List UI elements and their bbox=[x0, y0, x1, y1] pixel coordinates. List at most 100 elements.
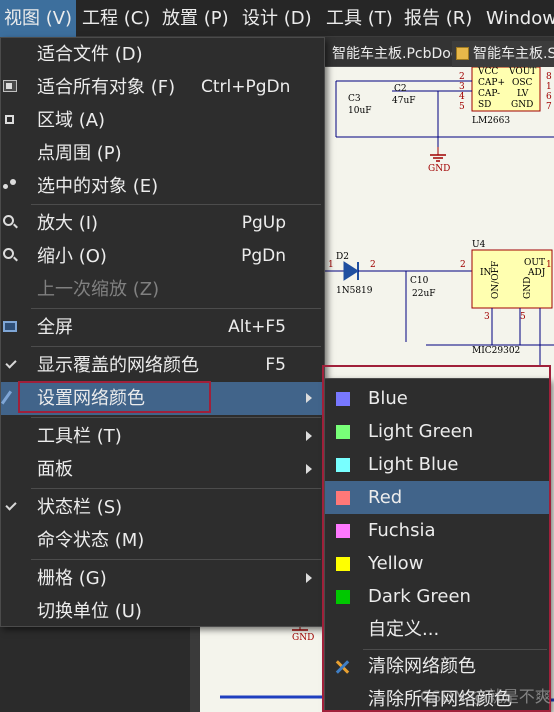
color-swatch bbox=[336, 491, 350, 505]
u-pin-osc: OSC bbox=[512, 78, 533, 88]
menu-item-selected-objects[interactable]: 选中的对象 (E) bbox=[1, 170, 324, 203]
pin-num-1: 1 bbox=[546, 82, 552, 92]
pin-num-4: 4 bbox=[459, 92, 465, 102]
fullscreen-icon bbox=[3, 321, 17, 332]
d2-ref: D2 bbox=[336, 252, 349, 262]
menu-item-toggle-units[interactable]: 切换单位 (U) bbox=[1, 595, 324, 628]
u-pin-sd: SD bbox=[478, 100, 491, 110]
u-pin-capp: CAP+ bbox=[478, 78, 505, 88]
menu-item-zoom-out[interactable]: 缩小 (O) PgDn bbox=[1, 240, 324, 273]
color-swatch bbox=[336, 392, 350, 406]
c2-value: 47uF bbox=[392, 96, 416, 106]
color-swatch bbox=[336, 425, 350, 439]
checkmark-icon bbox=[5, 358, 17, 370]
menu-bar: 视图 (V) 工程 (C) 放置 (P) 设计 (D) 工具 (T) 报告 (R… bbox=[0, 0, 554, 37]
submenu-arrow-icon bbox=[306, 464, 312, 474]
menu-item-grids[interactable]: 栅格 (G) bbox=[1, 562, 324, 595]
document-tab-bar: 智能车主板.PcbDoc 智能车主板.S bbox=[320, 37, 554, 67]
menu-place[interactable]: 放置 (P) bbox=[158, 0, 233, 37]
u4-ref: U4 bbox=[472, 240, 486, 250]
zoom-out-icon bbox=[3, 248, 14, 259]
color-item-blue[interactable]: Blue bbox=[325, 382, 549, 415]
menu-project[interactable]: 工程 (C) bbox=[78, 0, 154, 37]
color-item-light-green[interactable]: Light Green bbox=[325, 415, 549, 448]
color-item-red[interactable]: Red bbox=[325, 481, 549, 514]
menu-item-zoom-in[interactable]: 放大 (I) PgUp bbox=[1, 207, 324, 240]
menu-item-area[interactable]: 区域 (A) bbox=[1, 104, 324, 137]
view-dropdown-menu: 适合文件 (D) 适合所有对象 (F) Ctrl+PgDn 区域 (A) 点周围… bbox=[0, 37, 325, 627]
menu-separator bbox=[31, 488, 321, 489]
d2-pin-a: 1 bbox=[328, 260, 334, 270]
c3-ref: C3 bbox=[348, 94, 361, 104]
color-item-dark-green[interactable]: Dark Green bbox=[325, 580, 549, 613]
checkmark-icon bbox=[5, 500, 17, 512]
tab-pcbdoc[interactable]: 智能车主板.PcbDoc bbox=[328, 41, 463, 67]
clear-color-icon bbox=[334, 659, 350, 675]
menu-separator bbox=[31, 417, 321, 418]
color-item-yellow[interactable]: Yellow bbox=[325, 547, 549, 580]
clear-net-color-item[interactable]: 清除网络颜色 bbox=[325, 650, 549, 683]
d2-value: 1N5819 bbox=[336, 286, 373, 296]
c3-value: 10uF bbox=[348, 106, 372, 116]
color-swatch bbox=[336, 458, 350, 472]
pin-num-6: 6 bbox=[546, 92, 552, 102]
submenu-arrow-icon bbox=[306, 431, 312, 441]
watermark: CSDN @就是不爽 bbox=[420, 687, 551, 706]
schematic-doc-icon bbox=[456, 47, 469, 60]
pin-num-8: 8 bbox=[546, 72, 552, 82]
u4-pin-num-1: 1 bbox=[546, 260, 552, 270]
color-item-custom[interactable]: 自定义... bbox=[325, 613, 549, 646]
menu-design[interactable]: 设计 (D) bbox=[238, 0, 316, 37]
menu-separator bbox=[31, 308, 321, 309]
menu-item-command-status[interactable]: 命令状态 (M) bbox=[1, 524, 324, 557]
menu-item-show-override-net-colors[interactable]: 显示覆盖的网络颜色 F5 bbox=[1, 349, 324, 382]
selected-objects-icon bbox=[3, 179, 17, 190]
color-item-light-blue[interactable]: Light Blue bbox=[325, 448, 549, 481]
u4-pin-out: OUT bbox=[524, 258, 545, 268]
u-pin-lv: LV bbox=[517, 89, 529, 99]
menu-item-around-point[interactable]: 点周围 (P) bbox=[1, 137, 324, 170]
gnd-label-2: GND bbox=[292, 633, 314, 643]
gnd-label-1: GND bbox=[428, 164, 450, 174]
u-pin-capm: CAP- bbox=[478, 89, 500, 99]
u4-pin-num-3: 3 bbox=[484, 312, 490, 322]
pin-num-7: 7 bbox=[546, 102, 552, 112]
menu-item-status-bar[interactable]: 状态栏 (S) bbox=[1, 491, 324, 524]
u4-pin-num-2: 2 bbox=[460, 260, 466, 270]
c10-value: 22uF bbox=[412, 289, 436, 299]
pin-num-5: 5 bbox=[459, 102, 465, 112]
color-item-fuchsia[interactable]: Fuchsia bbox=[325, 514, 549, 547]
menu-reports[interactable]: 报告 (R) bbox=[400, 0, 476, 37]
color-swatch bbox=[336, 590, 350, 604]
menu-item-fullscreen[interactable]: 全屏 Alt+F5 bbox=[1, 311, 324, 344]
net-color-submenu: Blue Light Green Light Blue Red Fuchsia … bbox=[324, 378, 550, 712]
u4-pin-in: IN bbox=[480, 268, 492, 278]
menu-item-set-net-color[interactable]: 设置网络颜色 bbox=[0, 382, 324, 415]
u-pin-vout: VOUT bbox=[508, 67, 536, 77]
area-icon bbox=[5, 115, 14, 124]
brush-icon bbox=[0, 390, 13, 405]
fit-all-icon bbox=[3, 80, 17, 92]
u4-name: MIC29302 bbox=[472, 346, 520, 356]
d2-diode[interactable] bbox=[343, 261, 359, 281]
submenu-arrow-icon bbox=[306, 393, 312, 403]
u-pin-vcc: VCC bbox=[477, 67, 498, 77]
d2-pin-b: 2 bbox=[370, 260, 376, 270]
menu-separator bbox=[31, 559, 321, 560]
menu-view[interactable]: 视图 (V) bbox=[0, 0, 77, 37]
lm2663-label: LM2663 bbox=[472, 116, 510, 126]
menu-item-fit-all-objects[interactable]: 适合所有对象 (F) Ctrl+PgDn bbox=[1, 71, 324, 104]
menu-tools[interactable]: 工具 (T) bbox=[322, 0, 397, 37]
color-swatch bbox=[336, 557, 350, 571]
menu-item-panels[interactable]: 面板 bbox=[1, 453, 324, 486]
color-swatch bbox=[336, 524, 350, 538]
menu-separator bbox=[31, 204, 321, 205]
schematic-canvas-lower[interactable]: GND bbox=[200, 620, 325, 712]
menu-window[interactable]: Window bbox=[482, 0, 554, 37]
u4-pin-onoff: ON/OFF bbox=[491, 261, 501, 299]
menu-item-toolbars[interactable]: 工具栏 (T) bbox=[1, 420, 324, 453]
u4-pin-gnd: GND bbox=[523, 277, 533, 299]
tab-schdoc[interactable]: 智能车主板.S bbox=[452, 41, 554, 67]
menu-separator bbox=[31, 346, 321, 347]
menu-item-fit-document[interactable]: 适合文件 (D) bbox=[1, 38, 324, 71]
